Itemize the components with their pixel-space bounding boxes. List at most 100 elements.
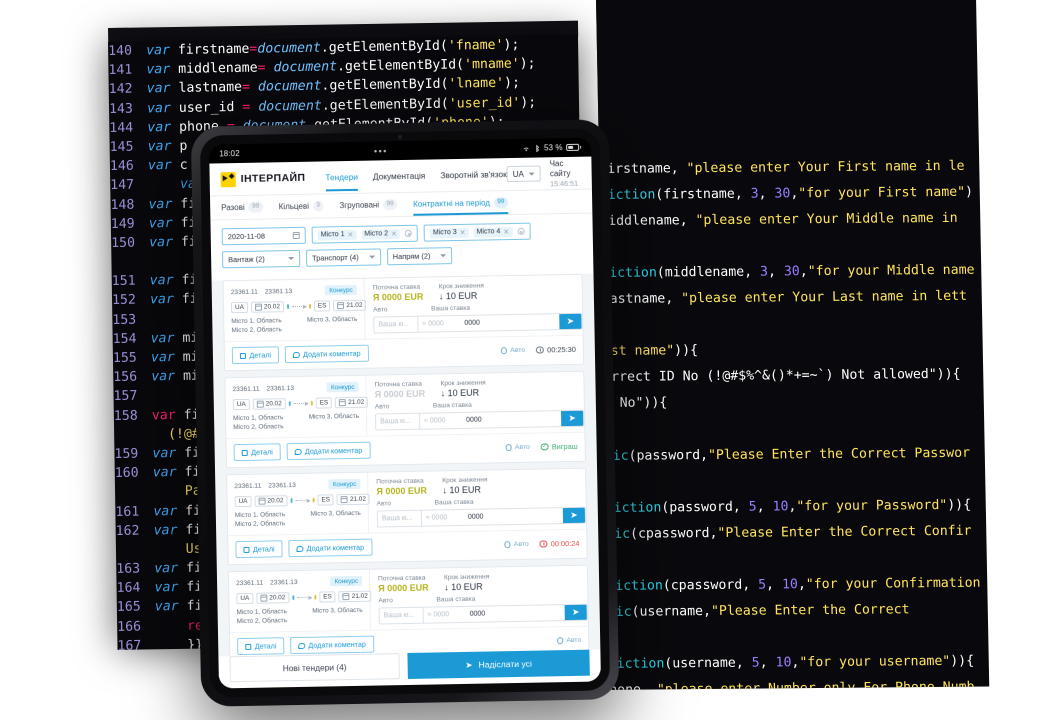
details-button[interactable]: Деталі	[235, 540, 283, 559]
auto-quantity-input[interactable]	[374, 316, 419, 333]
origin-marker-icon	[288, 401, 291, 407]
destination-city: Місто 3, Область	[312, 606, 363, 615]
tab-badge: 99	[493, 197, 509, 208]
nav-item-tenders[interactable]: Тендери	[325, 163, 358, 192]
tender-card[interactable]: 23361.11 23361.13 Конкурс UA 20.02 ES 21…	[222, 273, 585, 372]
close-icon[interactable]: ✕	[391, 230, 397, 238]
city-chip[interactable]: Місто 2 ✕	[361, 228, 401, 240]
tab-kiltsevi[interactable]: Кільцеві 3	[278, 194, 324, 218]
submit-bid-button[interactable]: ➤	[562, 507, 586, 524]
add-comment-button[interactable]: Додати коментар	[290, 635, 374, 655]
calendar-icon	[339, 399, 347, 407]
tender-card-footer: Деталі Додати коментар Авто 00:00:24	[228, 528, 587, 565]
clock-icon	[539, 540, 548, 548]
city-chip[interactable]: Місто 3 ✕	[429, 227, 469, 239]
origin-cities: Місто 1, Область Місто 2, Область	[237, 607, 288, 626]
clear-icon[interactable]	[404, 229, 413, 237]
add-comment-button[interactable]: Додати коментар	[288, 538, 373, 558]
destination-cities-filter[interactable]: Місто 3 ✕ Місто 4 ✕	[423, 222, 531, 242]
submit-bid-button[interactable]: ➤	[559, 313, 582, 330]
screenshot-root: 140 var firstname=document.getElementById…	[0, 0, 1037, 720]
origin-cities: Місто 1, Область Місто 2, Область	[231, 316, 282, 335]
details-button[interactable]: Деталі	[231, 346, 280, 365]
tender-id-secondary: 23361.13	[264, 287, 293, 296]
tab-badge: 99	[248, 201, 263, 213]
bid-amount-input[interactable]	[460, 314, 560, 331]
tender-type-badge: Конкурс	[330, 575, 363, 587]
calendar-icon	[340, 496, 349, 504]
step-value: ↓ 10 EUR	[440, 387, 480, 399]
auto-label: Авто	[373, 306, 388, 314]
auto-quantity-input[interactable]	[377, 510, 423, 527]
tender-card[interactable]: 23361.11 23361.13 Конкурс UA 20.02 ES 21…	[226, 467, 588, 566]
tab-odnorazovi[interactable]: Разові 99	[221, 196, 263, 220]
route-connector	[297, 596, 312, 599]
close-icon[interactable]: ✕	[347, 230, 353, 238]
bid-field-labels: Авто Ваша ставка	[375, 400, 584, 411]
nav-item-documentation[interactable]: Документація	[373, 162, 426, 191]
submit-bid-button[interactable]: ➤	[560, 410, 584, 427]
language-selector[interactable]: UA	[506, 165, 541, 183]
approx-bid-input[interactable]	[421, 509, 465, 526]
send-icon: ➤	[571, 606, 580, 617]
battery-percent: 53 %	[543, 143, 563, 153]
close-icon[interactable]: ✕	[460, 228, 466, 236]
details-button[interactable]: Деталі	[237, 637, 285, 656]
add-comment-button[interactable]: Додати коментар	[286, 441, 371, 461]
select-label: Напрям (2)	[392, 251, 431, 262]
approx-bid-input[interactable]	[418, 315, 461, 332]
bid-amount-input[interactable]	[465, 605, 565, 622]
bid-amount-input[interactable]	[463, 508, 564, 525]
date-value: 2020-11-08	[227, 231, 266, 242]
city-chip[interactable]: Місто 1 ✕	[317, 229, 357, 241]
details-button[interactable]: Деталі	[233, 443, 281, 462]
main-nav: Тендери Документація Зворотній зв'язок	[325, 160, 507, 191]
tender-card[interactable]: 23361.11 23361.13 Конкурс UA 20.02 ES 21…	[227, 564, 590, 657]
timer-value: 00:25:30	[547, 344, 576, 355]
auto-quantity-input[interactable]	[379, 607, 424, 624]
route-connector	[293, 402, 308, 405]
origin-country-pill: UA	[230, 301, 249, 314]
approx-bid-input[interactable]	[423, 606, 466, 623]
clear-icon[interactable]	[517, 227, 525, 235]
tender-card[interactable]: 23361.11 23361.13 Конкурс UA 20.02 ES 21…	[224, 370, 586, 469]
nav-item-feedback[interactable]: Зворотній зв'язок	[440, 160, 507, 189]
approx-bid-input[interactable]	[420, 412, 463, 429]
date-filter[interactable]: 2020-11-08	[221, 226, 306, 246]
submit-bid-button[interactable]: ➤	[564, 604, 587, 621]
tablet-device: 18:02 ••• 53 % ІНТЕРПАЙП Тендери Докумен…	[190, 119, 620, 707]
step-label: Крок зниження	[443, 573, 490, 582]
auto-quantity-input[interactable]	[376, 413, 421, 430]
calendar-icon	[256, 400, 264, 408]
new-tenders-button[interactable]: Нові тендери (4)	[229, 653, 400, 683]
close-icon[interactable]: ✕	[503, 228, 509, 236]
chip-label: Місто 4	[476, 228, 501, 236]
direction-select[interactable]: Напрям (2)	[386, 247, 453, 266]
origin-cities-filter[interactable]: Місто 1 ✕ Місто 2 ✕	[311, 224, 419, 244]
step-value: ↓ 10 EUR	[444, 581, 483, 593]
origin-date-pill: 20.02	[252, 398, 286, 410]
cargo-select[interactable]: Вантаж (2)	[222, 249, 301, 269]
city-chip[interactable]: Місто 4 ✕	[473, 226, 513, 238]
calendar-icon	[258, 497, 266, 505]
transport-select[interactable]: Транспорт (4)	[305, 248, 381, 267]
document-icon	[243, 546, 250, 553]
web-app: ІНТЕРПАЙП Тендери Документація Зворотній…	[209, 156, 601, 689]
tender-list[interactable]: 23361.11 23361.13 Конкурс UA 20.02 ES 21…	[211, 273, 601, 657]
destination-city: Місто 3, Область	[310, 509, 361, 518]
tab-zhrupovani[interactable]: Згруповані 99	[339, 193, 398, 217]
tender-route-section: 23361.11 23361.13 Конкурс UA 20.02 ES 21…	[223, 278, 367, 342]
send-icon: ➤	[566, 315, 575, 327]
tender-id-primary: 23361.11	[234, 482, 262, 490]
tab-label: Контрактні на період	[413, 198, 491, 209]
add-comment-button[interactable]: Додати коментар	[284, 344, 369, 364]
tab-kontraktni-na-period[interactable]: Контрактні на період 99	[413, 191, 509, 216]
send-all-button[interactable]: ➤ Надіслати усі	[407, 649, 590, 679]
tab-badge: 3	[312, 200, 324, 212]
tender-card-body: 23361.11 23361.13 Конкурс UA 20.02 ES 21…	[228, 566, 588, 633]
tender-bid-section: Поточна ставка Крок зниження Я 0000 EUR …	[365, 275, 583, 339]
bluetooth-icon	[536, 144, 540, 152]
brand-logo[interactable]: ІНТЕРПАЙП	[220, 170, 306, 187]
bid-amount-input[interactable]	[462, 411, 562, 428]
tender-id-row: 23361.11 23361.13 Конкурс	[236, 575, 363, 588]
